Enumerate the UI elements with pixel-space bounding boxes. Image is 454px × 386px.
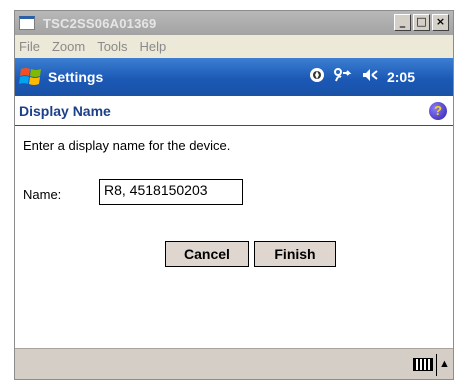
window-title: TSC2SS06A01369 — [43, 15, 157, 31]
menu-bar: File Zoom Tools Help — [15, 35, 453, 57]
page-header: Display Name ? — [15, 96, 453, 126]
page-title: Display Name — [19, 102, 111, 119]
finish-button[interactable]: Finish — [254, 241, 336, 267]
keyboard-icon[interactable] — [413, 358, 433, 371]
navigation-bar: Settings 2:05 — [15, 58, 453, 96]
close-button[interactable]: × — [432, 14, 449, 31]
name-label: Name: — [23, 187, 62, 202]
volume-icon[interactable] — [361, 67, 379, 86]
input-menu-arrow[interactable]: ▲ — [439, 357, 450, 371]
emulator-window: TSC2SS06A01369 _ □ × File Zoom Tools Hel… — [14, 10, 454, 380]
clock-time[interactable]: 2:05 — [387, 69, 415, 85]
status-area: 2:05 — [309, 67, 415, 86]
app-window-icon — [19, 16, 35, 30]
menu-zoom[interactable]: Zoom — [52, 39, 85, 54]
separator — [436, 354, 437, 376]
help-icon[interactable]: ? — [429, 102, 447, 120]
window-titlebar[interactable]: TSC2SS06A01369 _ □ × — [15, 11, 453, 35]
sync-icon[interactable] — [309, 67, 325, 86]
menu-tools[interactable]: Tools — [97, 39, 127, 54]
window-controls: _ □ × — [394, 14, 449, 31]
soft-key-bar: ▲ — [15, 348, 453, 379]
device-screen: Settings 2:05 Display Name ? Enter a dis… — [15, 58, 453, 379]
windows-flag-icon[interactable] — [18, 65, 44, 89]
instruction-text: Enter a display name for the device. — [23, 138, 231, 153]
maximize-button[interactable]: □ — [413, 14, 430, 31]
menu-help[interactable]: Help — [140, 39, 167, 54]
nav-title: Settings — [48, 69, 104, 85]
cancel-button[interactable]: Cancel — [165, 241, 249, 267]
connectivity-icon[interactable] — [333, 67, 353, 86]
minimize-button[interactable]: _ — [394, 14, 411, 31]
name-input[interactable]: R8, 4518150203 — [99, 179, 243, 205]
menu-file[interactable]: File — [19, 39, 40, 54]
